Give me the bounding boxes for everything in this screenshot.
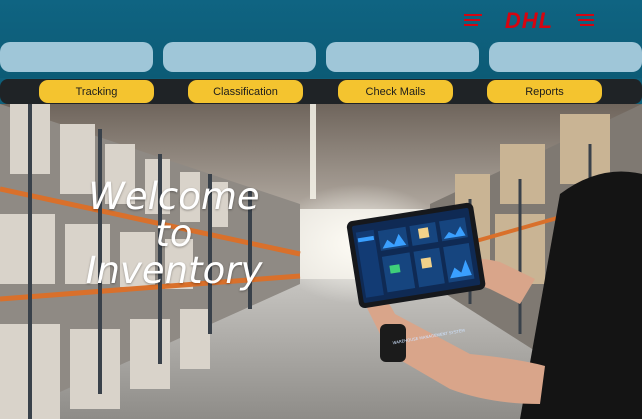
nav-bar: Tracking Classification Check Mails Repo… xyxy=(0,79,642,104)
header-bar: DHL xyxy=(0,0,642,78)
logo-text: DHL xyxy=(504,8,554,33)
nav-classification-button[interactable]: Classification xyxy=(188,80,303,103)
nav-reports-button[interactable]: Reports xyxy=(487,80,602,103)
nav-tracking-button[interactable]: Tracking xyxy=(39,80,154,103)
dhl-logo: DHL xyxy=(464,8,594,34)
hero-image: Welcome to Inventory WAREHOUSE MANAGEMEN… xyxy=(0,104,642,419)
header-slot-4 xyxy=(489,42,642,72)
header-slot-2 xyxy=(163,42,316,72)
nav-check-mails-button[interactable]: Check Mails xyxy=(338,80,453,103)
welcome-line-2: to xyxy=(155,212,193,255)
welcome-line-3: Inventory xyxy=(85,249,263,292)
welcome-heading: Welcome to Inventory xyxy=(74,178,274,289)
header-slot-3 xyxy=(326,42,479,72)
header-slot-1 xyxy=(0,42,153,72)
welcome-line-1: Welcome xyxy=(88,175,260,218)
